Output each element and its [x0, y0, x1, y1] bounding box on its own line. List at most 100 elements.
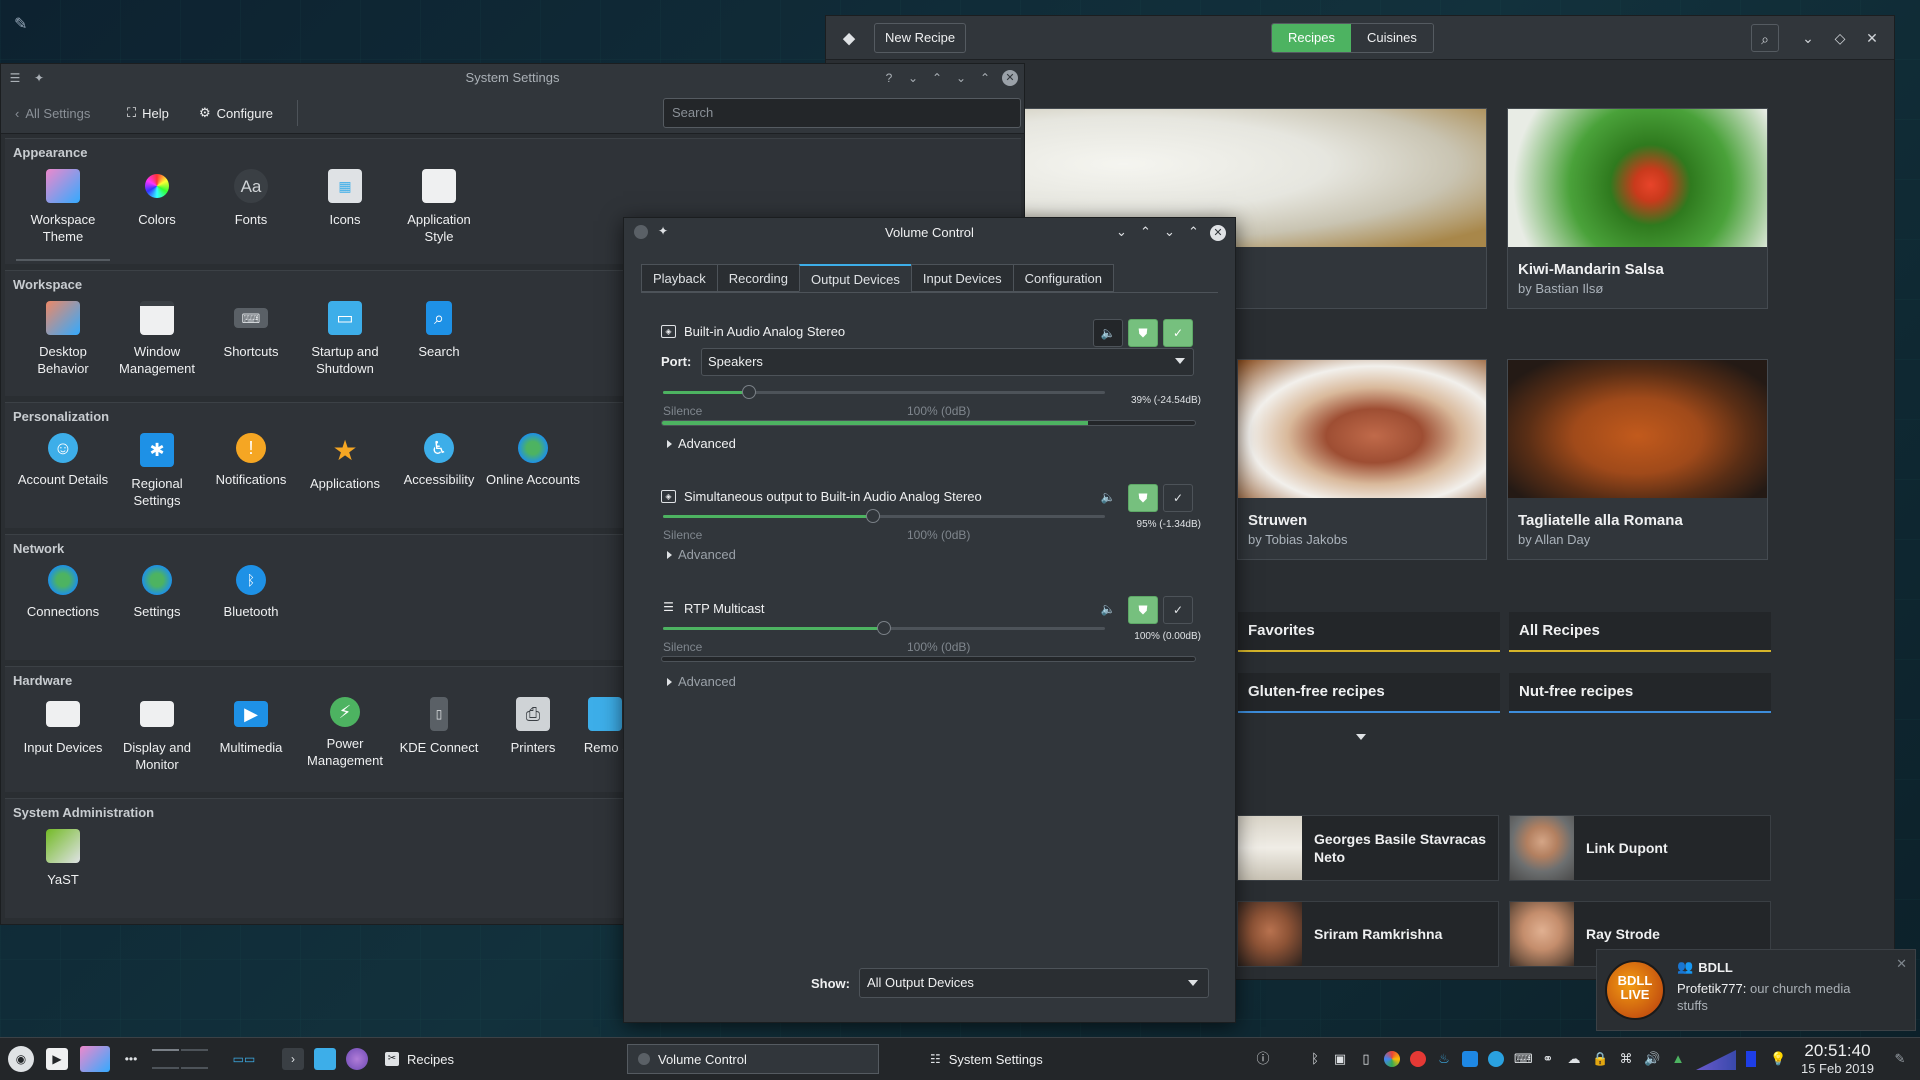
- launcher-theme[interactable]: [80, 1046, 110, 1072]
- show-select[interactable]: All Output Devices: [859, 968, 1209, 998]
- volume-slider[interactable]: [663, 621, 1105, 635]
- cloud-icon[interactable]: ☁: [1566, 1051, 1582, 1067]
- item-icons[interactable]: ▦ Icons: [298, 169, 392, 228]
- item-shortcuts[interactable]: ⌨ Shortcuts: [204, 301, 298, 360]
- advanced-toggle[interactable]: Advanced: [667, 436, 736, 451]
- red-app-icon[interactable]: [1410, 1051, 1426, 1067]
- set-default-button[interactable]: ✓: [1163, 319, 1193, 347]
- advanced-toggle[interactable]: Advanced: [667, 674, 736, 689]
- application-launcher[interactable]: ◉: [8, 1046, 34, 1072]
- arrow-up-icon[interactable]: ▲: [1670, 1051, 1686, 1067]
- item-notifications[interactable]: ! Notifications: [204, 433, 298, 488]
- set-default-button[interactable]: ✓: [1163, 596, 1193, 624]
- task-volume-control[interactable]: Volume Control: [627, 1044, 879, 1074]
- item-workspace-theme[interactable]: Workspace Theme: [16, 169, 110, 261]
- maximize-icon[interactable]: ⌃: [977, 70, 993, 86]
- keep-below-icon[interactable]: ⌄: [1116, 224, 1127, 240]
- item-accessibility[interactable]: ♿ Accessibility: [392, 433, 486, 488]
- item-network-settings[interactable]: Settings: [110, 565, 204, 620]
- info-icon[interactable]: ⓘ: [1255, 1051, 1271, 1067]
- expand-categories-icon[interactable]: [1356, 734, 1366, 740]
- chef-card[interactable]: Sriram Ramkrishna: [1237, 901, 1499, 967]
- minimize-icon[interactable]: ⌄: [1794, 24, 1822, 52]
- clock[interactable]: 20:51:40 15 Feb 2019: [1801, 1041, 1874, 1076]
- item-search[interactable]: ⌕ Search: [392, 301, 486, 360]
- cpu-bar-icon[interactable]: [1746, 1051, 1756, 1067]
- tab-configuration[interactable]: Configuration: [1012, 264, 1114, 292]
- category-all-recipes[interactable]: All Recipes: [1509, 612, 1771, 652]
- new-recipe-button[interactable]: New Recipe: [874, 23, 967, 53]
- item-printers[interactable]: ⎙ Printers: [486, 697, 580, 756]
- volume-slider[interactable]: [663, 509, 1105, 523]
- tab-output-devices[interactable]: Output Devices: [799, 264, 911, 292]
- chef-card[interactable]: Link Dupont: [1509, 815, 1771, 881]
- volume-slider[interactable]: [663, 385, 1105, 399]
- chrome-icon[interactable]: [1384, 1051, 1400, 1067]
- bluetooth-icon[interactable]: ᛒ: [1307, 1051, 1323, 1067]
- item-window-management[interactable]: Window Management: [110, 301, 204, 377]
- item-power-management[interactable]: ⚡ Power Management: [298, 697, 392, 769]
- category-favorites[interactable]: Favorites: [1238, 612, 1500, 652]
- lock-channels-button[interactable]: ⛊: [1128, 484, 1158, 512]
- item-fonts[interactable]: Aa Fonts: [204, 169, 298, 228]
- tab-recording[interactable]: Recording: [716, 264, 800, 292]
- mute-button[interactable]: 🔈: [1093, 484, 1123, 512]
- recipe-card[interactable]: Tagliatelle alla Romana by Allan Day: [1507, 359, 1768, 560]
- help-icon[interactable]: ?: [881, 70, 897, 86]
- lock-channels-button[interactable]: ⛊: [1128, 596, 1158, 624]
- desktop-toolbox-icon[interactable]: ✎: [14, 14, 34, 34]
- tab-input-devices[interactable]: Input Devices: [910, 264, 1013, 292]
- desktop-1[interactable]: [152, 1049, 179, 1051]
- category-nut-free[interactable]: Nut-free recipes: [1509, 673, 1771, 713]
- launcher-more[interactable]: •••: [120, 1046, 142, 1072]
- desktop-3[interactable]: [152, 1067, 179, 1069]
- lightbulb-icon[interactable]: 💡: [1770, 1051, 1786, 1067]
- desktop-4[interactable]: [181, 1067, 208, 1069]
- item-colors[interactable]: Colors: [110, 169, 204, 228]
- battery-icon[interactable]: ▯: [1358, 1051, 1374, 1067]
- maximize-icon[interactable]: ◇: [1826, 24, 1854, 52]
- network-icon[interactable]: ⌘: [1618, 1051, 1634, 1067]
- close-icon[interactable]: ✕: [1002, 70, 1018, 86]
- clipboard-icon[interactable]: ▣: [1332, 1051, 1348, 1067]
- slider-handle[interactable]: [877, 621, 891, 635]
- keep-above-icon[interactable]: ⌃: [929, 70, 945, 86]
- item-bluetooth[interactable]: ᛒ Bluetooth: [204, 565, 298, 620]
- recipe-card[interactable]: Kiwi-Mandarin Salsa by Bastian Ilsø: [1507, 108, 1768, 309]
- port-select[interactable]: Speakers: [701, 348, 1194, 376]
- launcher-media[interactable]: ▶: [46, 1046, 68, 1072]
- notification-popup[interactable]: BDLL LIVE 👥 BDLL Profetik777: our church…: [1596, 949, 1916, 1031]
- close-icon[interactable]: ✕: [1210, 225, 1226, 241]
- item-input-devices[interactable]: Input Devices: [16, 697, 110, 756]
- system-load-icon[interactable]: [1696, 1050, 1736, 1070]
- slider-handle[interactable]: [742, 385, 757, 399]
- launcher-browser[interactable]: [346, 1046, 368, 1072]
- search-icon[interactable]: ⌕: [1751, 24, 1779, 52]
- chef-card[interactable]: Georges Basile Stavracas Neto: [1237, 815, 1499, 881]
- item-yast[interactable]: YaST: [16, 829, 110, 888]
- advanced-toggle[interactable]: Advanced: [667, 547, 736, 562]
- minimize-icon[interactable]: ⌄: [953, 70, 969, 86]
- virtual-desktop-pager[interactable]: [152, 1042, 208, 1076]
- search-input[interactable]: Search: [663, 98, 1021, 128]
- item-connections[interactable]: Connections: [16, 565, 110, 620]
- task-system-settings[interactable]: ☷ System Settings: [920, 1044, 1053, 1074]
- item-account-details[interactable]: ☺ Account Details: [16, 433, 110, 488]
- set-default-button[interactable]: ✓: [1163, 484, 1193, 512]
- item-multimedia[interactable]: ▶ Multimedia: [204, 697, 298, 756]
- lock-icon[interactable]: 🔒: [1592, 1051, 1608, 1067]
- launcher-terminal[interactable]: ›: [282, 1046, 304, 1072]
- keyboard-icon[interactable]: ⌨: [1514, 1051, 1533, 1067]
- tab-cuisines[interactable]: Cuisines: [1350, 24, 1433, 52]
- steam-icon[interactable]: ♨: [1436, 1051, 1452, 1067]
- category-gluten-free[interactable]: Gluten-free recipes: [1238, 673, 1500, 713]
- volume-icon[interactable]: 🔊: [1644, 1051, 1660, 1067]
- item-startup-shutdown[interactable]: ▭ Startup and Shutdown: [298, 301, 392, 377]
- item-application-style[interactable]: Application Style: [392, 169, 486, 245]
- close-icon[interactable]: ✕: [1858, 24, 1886, 52]
- close-icon[interactable]: ✕: [1896, 956, 1907, 972]
- link-icon[interactable]: ⚭: [1540, 1051, 1556, 1067]
- keep-above-icon[interactable]: ⌃: [1140, 224, 1151, 240]
- item-applications[interactable]: ★ Applications: [298, 433, 392, 492]
- minimize-icon[interactable]: ⌄: [1164, 224, 1175, 240]
